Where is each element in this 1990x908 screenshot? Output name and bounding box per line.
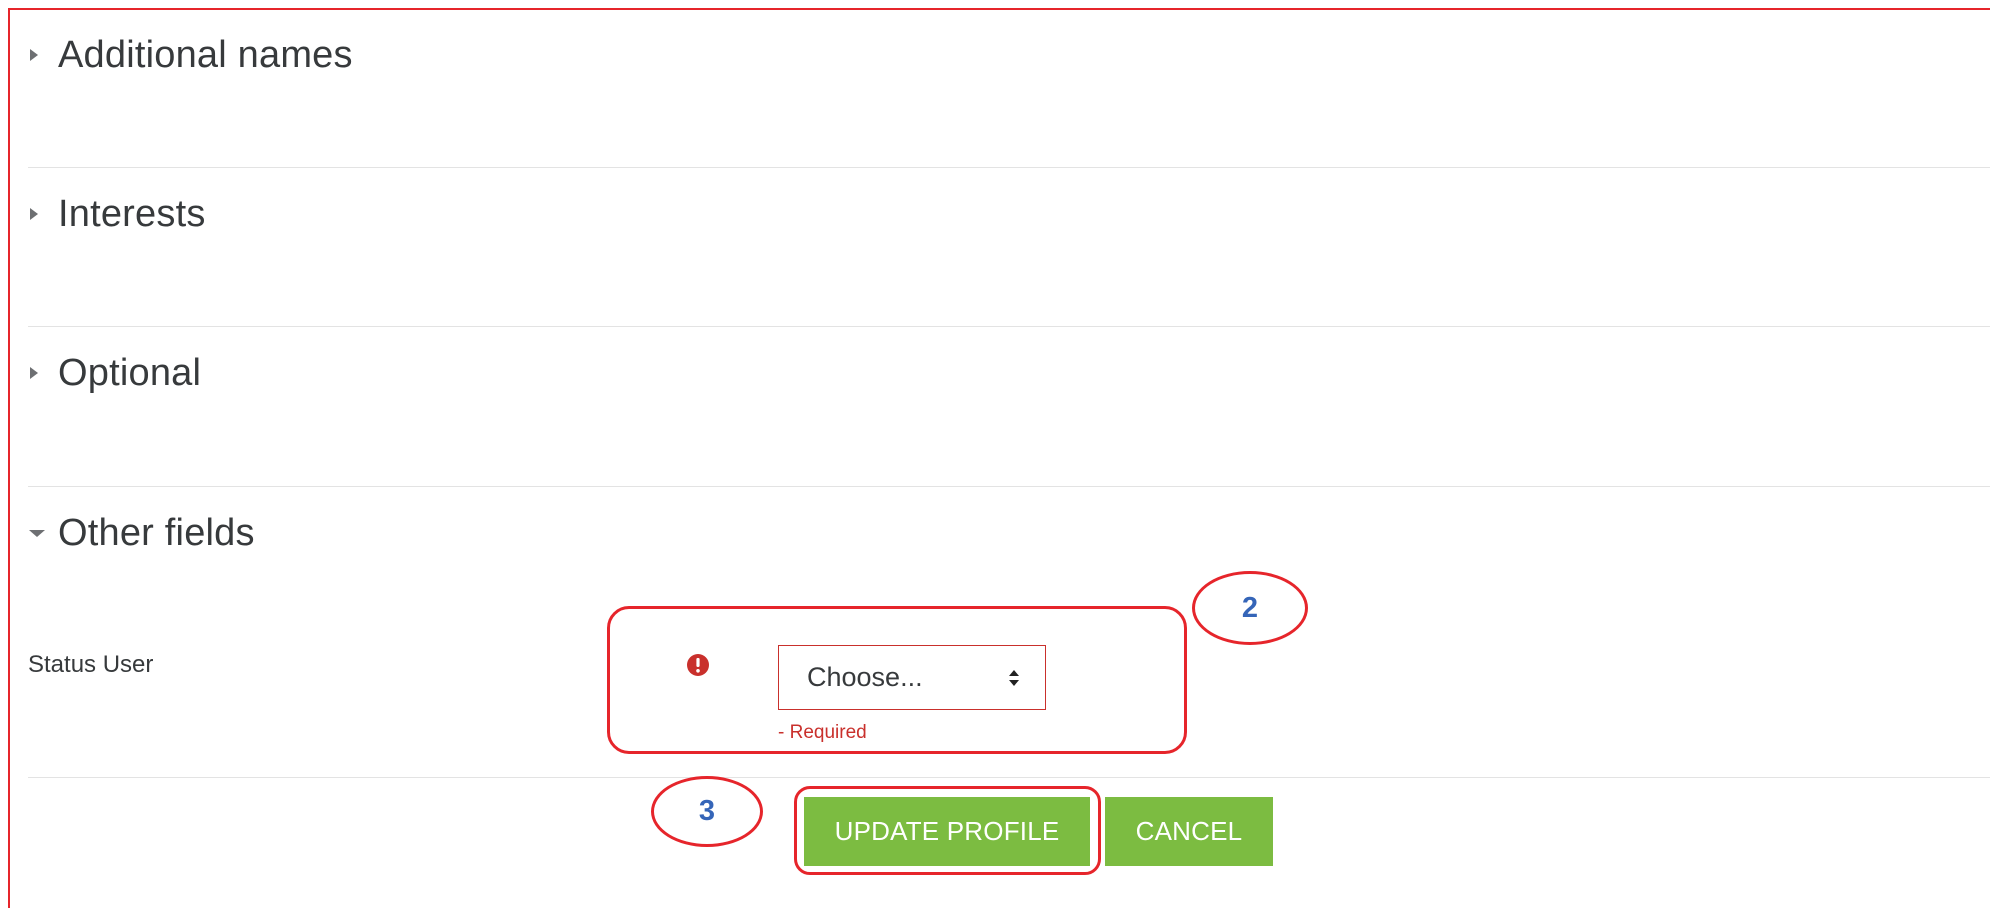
section-divider (28, 167, 1990, 168)
section-title-other-fields: Other fields (58, 511, 255, 554)
section-divider (28, 326, 1990, 327)
annotation-highlight-update (794, 786, 1101, 875)
section-header-optional[interactable]: Optional (28, 351, 201, 395)
section-divider (28, 486, 1990, 487)
section-title-optional: Optional (58, 351, 202, 394)
section-header-other-fields[interactable]: Other fields (28, 511, 255, 555)
chevron-right-icon (28, 358, 58, 388)
chevron-down-icon (28, 518, 58, 548)
status-user-label: Status User (28, 651, 154, 678)
section-title-interests: Interests (58, 192, 206, 235)
annotation-marker-3-label: 3 (698, 795, 716, 827)
chevron-right-icon (28, 40, 58, 70)
cancel-button[interactable]: CANCEL (1105, 797, 1273, 866)
annotation-highlight-select (607, 606, 1187, 754)
page-frame (8, 8, 1990, 908)
annotation-marker-3: 3 (651, 776, 763, 847)
annotation-marker-2: 2 (1192, 571, 1308, 645)
section-header-interests[interactable]: Interests (28, 192, 206, 236)
chevron-right-icon (28, 199, 58, 229)
section-title-additional-names: Additional names (58, 33, 353, 76)
annotation-marker-2-label: 2 (1241, 591, 1259, 624)
section-header-additional-names[interactable]: Additional names (28, 33, 353, 77)
section-divider (28, 777, 1990, 778)
